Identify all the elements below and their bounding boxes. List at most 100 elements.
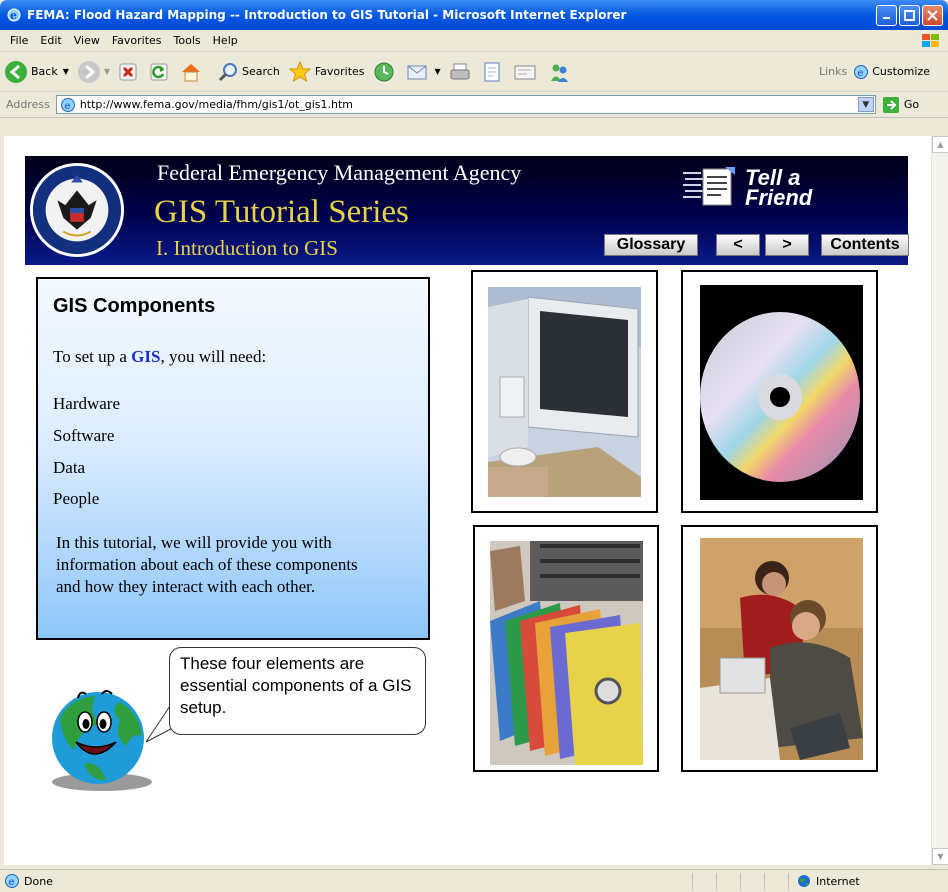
- go-arrow-icon: [882, 96, 899, 113]
- maximize-icon: [904, 9, 915, 21]
- people-at-computer-image: [700, 538, 863, 760]
- home-icon: [182, 63, 201, 81]
- minimize-icon: [882, 17, 890, 19]
- search-icon: [218, 62, 238, 81]
- links-label[interactable]: Links: [819, 65, 847, 78]
- fema-seal-logo: [29, 162, 125, 258]
- security-zone: Internet: [788, 872, 948, 890]
- home-button[interactable]: [180, 62, 205, 82]
- computer-monitor-image: [488, 287, 641, 497]
- maximize-button[interactable]: [899, 4, 920, 26]
- status-cell: [764, 872, 788, 890]
- menu-favorites[interactable]: Favorites: [106, 34, 168, 47]
- favorites-label: Favorites: [314, 65, 365, 78]
- messenger-icon: [550, 64, 568, 82]
- internet-globe-icon: [798, 875, 810, 887]
- gis-glossary-link[interactable]: GIS: [131, 347, 160, 366]
- go-label: Go: [903, 98, 920, 111]
- forward-arrow-icon: [77, 60, 100, 83]
- svg-text:e: e: [858, 68, 864, 79]
- menu-file[interactable]: File: [4, 34, 34, 47]
- discuss-button[interactable]: [513, 62, 540, 82]
- mail-button[interactable]: ▼: [406, 62, 441, 82]
- minimize-button[interactable]: [876, 4, 897, 26]
- intro-text-before: To set up a: [53, 347, 132, 366]
- panel-paragraph: In this tutorial, we will provide you wi…: [56, 533, 358, 596]
- refresh-button[interactable]: [149, 62, 172, 82]
- address-label: Address: [6, 98, 50, 111]
- mail-icon: [407, 65, 427, 79]
- page-icon: e: [60, 97, 75, 112]
- print-button[interactable]: [449, 62, 474, 82]
- previous-button[interactable]: <: [716, 234, 760, 256]
- page-content: Federal Emergency Management Agency GIS …: [4, 136, 931, 865]
- search-button[interactable]: Search: [217, 61, 280, 83]
- close-icon: [927, 9, 938, 21]
- address-bar: Address e http://www.fema.gov/media/fhm/…: [0, 92, 948, 118]
- stop-button[interactable]: [118, 62, 141, 82]
- tell-line-2: Friend: [745, 185, 813, 210]
- back-arrow-icon: [5, 60, 27, 83]
- page-done-icon: e: [5, 874, 19, 888]
- close-button[interactable]: [922, 4, 943, 26]
- print-icon: [450, 63, 470, 79]
- chevron-down-icon: ▼: [862, 99, 870, 110]
- fema-banner: Federal Emergency Management Agency GIS …: [25, 156, 909, 265]
- history-button[interactable]: [373, 61, 398, 83]
- contents-button[interactable]: Contents: [821, 234, 909, 256]
- forward-button[interactable]: ▼: [77, 60, 110, 84]
- intro-text-after: , you will need:: [160, 347, 267, 366]
- discuss-icon: [514, 65, 536, 79]
- forward-dropdown-icon[interactable]: ▼: [104, 67, 110, 76]
- software-photo: [681, 270, 878, 513]
- back-dropdown-icon[interactable]: ▼: [63, 67, 69, 76]
- cd-rom-image: [700, 285, 863, 500]
- menu-tools[interactable]: Tools: [168, 34, 207, 47]
- mail-dropdown-icon[interactable]: ▼: [435, 67, 441, 76]
- address-input[interactable]: e http://www.fema.gov/media/fhm/gis1/ot_…: [55, 95, 876, 114]
- people-photo: [681, 525, 878, 772]
- floppy-disks-image: [490, 541, 643, 765]
- status-cell: [716, 872, 740, 890]
- component-item-software: Software: [53, 426, 115, 445]
- svg-text:e: e: [10, 9, 17, 22]
- menu-bar: File Edit View Favorites Tools Help: [0, 30, 948, 52]
- ie-logo-icon: e: [7, 8, 21, 22]
- glossary-button[interactable]: Glossary: [604, 234, 698, 256]
- speech-bubble: These four elements are essential compon…: [169, 647, 426, 735]
- status-bar: e Done Internet: [0, 869, 948, 892]
- svg-text:e: e: [9, 877, 15, 888]
- menu-view[interactable]: View: [68, 34, 106, 47]
- favorites-star-icon: [288, 60, 312, 82]
- address-dropdown-button[interactable]: ▼: [857, 97, 874, 112]
- go-button[interactable]: Go: [882, 96, 919, 114]
- status-text: Done: [24, 874, 53, 888]
- windows-logo-icon: [922, 34, 939, 47]
- panel-intro: To set up a GIS, you will need:: [53, 347, 266, 367]
- stop-icon: [119, 63, 137, 80]
- vertical-scrollbar[interactable]: ▲ ▼: [931, 136, 948, 865]
- menu-help[interactable]: Help: [207, 34, 244, 47]
- links-bar: Links e Customize: [819, 64, 930, 80]
- menu-edit[interactable]: Edit: [34, 34, 67, 47]
- refresh-icon: [150, 63, 168, 80]
- status-cell: [740, 872, 764, 890]
- scroll-up-icon[interactable]: ▲: [932, 136, 948, 153]
- window-titlebar[interactable]: e FEMA: Flood Hazard Mapping -- Introduc…: [0, 0, 948, 30]
- window-title: FEMA: Flood Hazard Mapping -- Introducti…: [27, 8, 627, 22]
- tell-a-friend-link[interactable]: Tell a Friend: [681, 162, 841, 214]
- back-button[interactable]: Back ▼: [4, 60, 69, 84]
- back-label: Back: [31, 65, 58, 78]
- edit-button[interactable]: [482, 61, 505, 83]
- favorites-button[interactable]: Favorites: [288, 60, 365, 84]
- history-icon: [374, 62, 394, 81]
- address-url: http://www.fema.gov/media/fhm/gis1/ot_gi…: [79, 98, 354, 111]
- customize-page-icon: e: [854, 64, 869, 79]
- scroll-down-icon[interactable]: ▼: [932, 848, 948, 865]
- customize-link[interactable]: Customize: [872, 65, 930, 78]
- standard-toolbar: Back ▼ ▼ Search Favorites ▼ Links e Cust…: [0, 52, 948, 92]
- next-button[interactable]: >: [765, 234, 809, 256]
- gis-components-panel: GIS Components To set up a GIS, you will…: [36, 277, 430, 640]
- globe-mascot-icon: [52, 690, 152, 791]
- messenger-button[interactable]: [548, 61, 573, 83]
